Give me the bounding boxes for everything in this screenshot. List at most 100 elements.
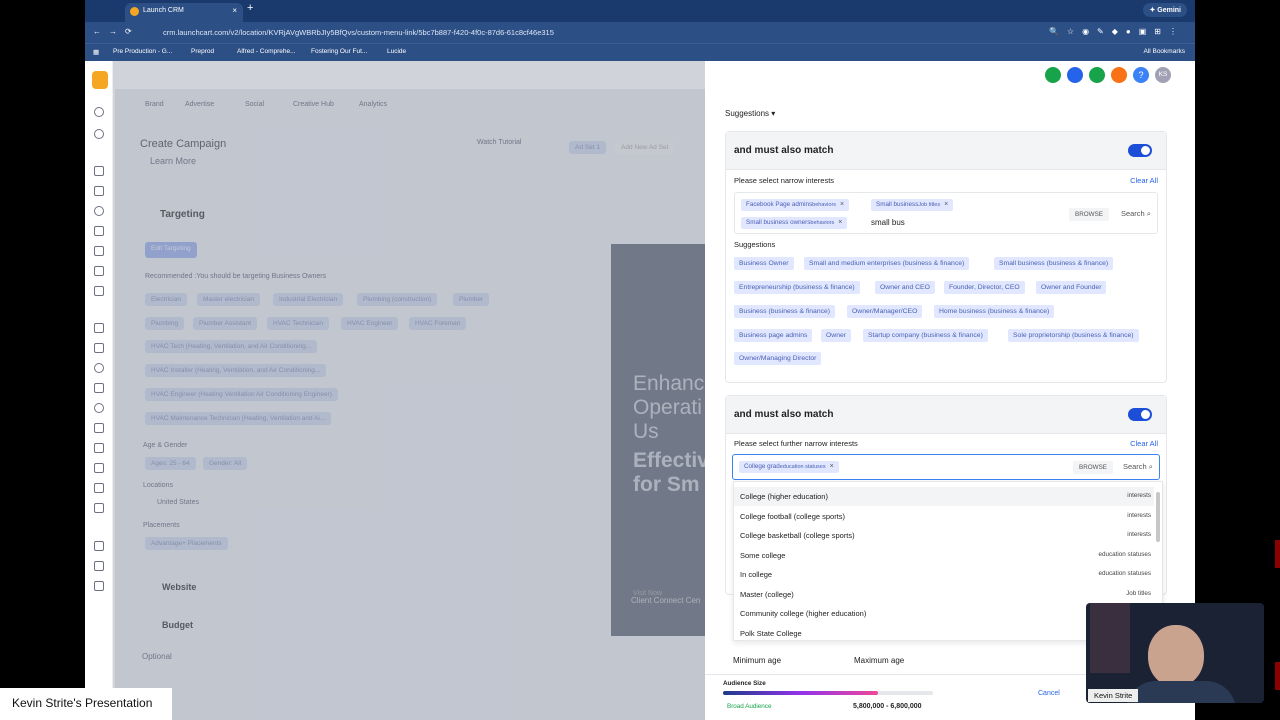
search-button[interactable]: Search ⌕ — [1121, 209, 1151, 219]
sparkle-icon[interactable] — [94, 323, 104, 333]
dashboard-icon[interactable] — [94, 166, 104, 176]
suggestion-chip[interactable]: Owner and Founder — [1036, 281, 1107, 294]
person-icon[interactable] — [94, 581, 104, 591]
search-label: Search — [1120, 209, 1145, 218]
help-icon[interactable]: ? — [1133, 67, 1149, 83]
user-avatar[interactable]: KS — [1155, 67, 1171, 83]
gemini-button[interactable]: ✦ Gemini — [1143, 3, 1187, 17]
link-icon[interactable] — [1067, 67, 1083, 83]
suggestion-chip[interactable]: Startup company (business & finance) — [863, 329, 988, 342]
logo-icon[interactable] — [92, 71, 108, 89]
image-icon[interactable] — [94, 423, 104, 433]
audience-range-label: Broad Audience — [727, 703, 772, 710]
narrow-interests-label: Please select narrow interests — [734, 176, 835, 185]
dropdown-option[interactable]: Master (college) Job titles — [734, 585, 1154, 604]
modal-overlay[interactable] — [113, 61, 705, 720]
browser-tab[interactable]: Launch CRM × — [125, 3, 243, 22]
bell-icon[interactable] — [1111, 67, 1127, 83]
section-title: and must also match — [734, 145, 834, 156]
match-toggle[interactable] — [1128, 408, 1152, 421]
dropdown-option[interactable]: College (higher education) interests — [734, 487, 1154, 506]
option-kind: education statuses — [1098, 551, 1151, 558]
new-tab-icon[interactable]: + — [247, 2, 253, 14]
dropdown-option[interactable]: In college education statuses — [734, 565, 1154, 584]
suggestion-chip[interactable]: Owner and CEO — [875, 281, 935, 294]
presenter-name-tag: Kevin Strite — [1088, 689, 1139, 702]
suggestion-chip[interactable]: Business (business & finance) — [734, 305, 836, 318]
address-bar-row: ←→⟳ crm.launchcart.com/v2/location/KVRjA… — [85, 22, 1195, 43]
bookmark-4[interactable]: Lucide — [387, 48, 406, 55]
bookmark-3[interactable]: Fostering Our Fut... — [311, 48, 367, 55]
bookmark-2[interactable]: Alfred - Comprehe... — [237, 48, 296, 55]
boat-icon[interactable] — [94, 541, 104, 551]
send-icon[interactable] — [94, 343, 104, 353]
further-interests-input[interactable]: College gradeducation statuses × BROWSE S… — [732, 454, 1160, 480]
browse-button[interactable]: BROWSE — [1069, 208, 1109, 221]
clear-all-link[interactable]: Clear All — [1130, 176, 1158, 185]
refresh-icon[interactable] — [94, 363, 104, 373]
dropdown-scrollbar[interactable] — [1156, 492, 1160, 542]
nav-buttons[interactable]: ←→⟳ — [93, 27, 140, 36]
match-toggle[interactable] — [1128, 144, 1152, 157]
remove-tag-icon[interactable]: × — [944, 201, 948, 208]
suggestion-chip[interactable]: Entrepreneurship (business & finance) — [734, 281, 860, 294]
remove-tag-icon[interactable]: × — [840, 201, 844, 208]
suggestion-chip[interactable]: Home business (business & finance) — [934, 305, 1055, 318]
suggestion-chip[interactable]: Business Owner — [734, 257, 794, 270]
sidebar — [85, 61, 113, 720]
option-name: College football (college sports) — [740, 512, 846, 521]
calendar-icon[interactable] — [94, 226, 104, 236]
suggestions-dropdown[interactable]: Suggestions ▾ — [725, 109, 775, 118]
dropdown-option[interactable]: College football (college sports) interes… — [734, 507, 1154, 526]
suggestion-chip[interactable]: Founder, Director, CEO — [944, 281, 1025, 294]
remove-tag-icon[interactable]: × — [830, 463, 834, 470]
suggestion-chip[interactable]: Sole proprietorship (business & finance) — [1008, 329, 1139, 342]
contacts-icon[interactable] — [94, 246, 104, 256]
chart-icon[interactable] — [94, 463, 104, 473]
url-field[interactable]: crm.launchcart.com/v2/location/KVRjAVgWB… — [153, 24, 935, 40]
apps-icon[interactable]: ▦ — [93, 48, 99, 56]
chat-icon[interactable] — [94, 206, 104, 216]
suggestion-chip[interactable]: Owner/Manager/CEO — [847, 305, 923, 318]
extensions-icons[interactable]: 🔍☆◉✎◆●▣⊞⋮ — [1049, 27, 1185, 36]
document-icon[interactable] — [94, 286, 104, 296]
search-button[interactable]: Search ⌕ — [1123, 462, 1153, 472]
grid-icon[interactable] — [94, 186, 104, 196]
award-icon[interactable] — [94, 403, 104, 413]
close-tab-icon[interactable]: × — [232, 6, 237, 15]
grid2-icon[interactable] — [94, 483, 104, 493]
all-bookmarks[interactable]: All Bookmarks — [1143, 48, 1185, 55]
search-label: Search — [1122, 462, 1147, 471]
store-icon[interactable] — [94, 383, 104, 393]
suggestion-chip[interactable]: Owner/Managing Director — [734, 352, 822, 365]
suggestion-chip[interactable]: Business page admins — [734, 329, 813, 342]
shop-icon[interactable] — [94, 561, 104, 571]
clear-all-link[interactable]: Clear All — [1130, 439, 1158, 448]
bookmark-1[interactable]: Preprod — [191, 48, 214, 55]
cancel-button[interactable]: Cancel — [1038, 690, 1060, 697]
phone-icon[interactable] — [94, 503, 104, 513]
option-kind: interests — [1127, 531, 1151, 538]
search-icon[interactable] — [94, 129, 104, 139]
tag-kind: Job titles — [918, 202, 941, 208]
suggestion-chip[interactable]: Small business (business & finance) — [994, 257, 1114, 270]
bookmark-0[interactable]: Pre Production - G... — [113, 48, 172, 55]
interest-search-text[interactable]: small bus — [871, 218, 905, 227]
avatar-icon[interactable] — [94, 107, 104, 117]
suggestion-chip[interactable]: Small and medium enterprises (business &… — [804, 257, 970, 270]
phone-icon[interactable] — [1045, 67, 1061, 83]
tag-kind: education statuses — [779, 464, 826, 470]
megaphone-icon[interactable] — [1089, 67, 1105, 83]
dropdown-option[interactable]: Some college education statuses — [734, 546, 1154, 565]
interest-tag: Small businessJob titles × — [871, 199, 954, 211]
presenter-face — [1148, 625, 1204, 687]
star-icon[interactable] — [94, 443, 104, 453]
presenter-shirt — [1126, 681, 1236, 703]
apps-icon[interactable] — [94, 266, 104, 276]
suggestion-chip[interactable]: Owner — [821, 329, 852, 342]
browse-button[interactable]: BROWSE — [1073, 461, 1113, 474]
option-kind: interests — [1127, 512, 1151, 519]
remove-tag-icon[interactable]: × — [838, 219, 842, 226]
dropdown-option[interactable]: College basketball (college sports) inter… — [734, 526, 1154, 545]
interests-input-box[interactable]: Facebook Page adminsbehaviors × Small bus… — [734, 192, 1158, 234]
